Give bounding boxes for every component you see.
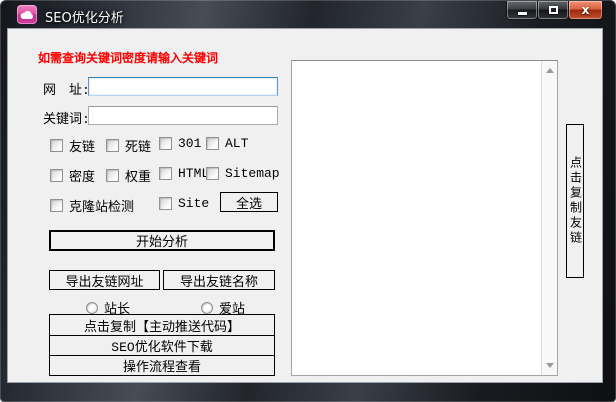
scroll-down-icon[interactable] — [546, 363, 554, 368]
view-operation-process-button[interactable]: 操作流程查看 — [50, 355, 274, 375]
keyword-density-notice: 如需查询关键词密度请输入关键词 — [38, 49, 218, 66]
checkbox-box[interactable] — [106, 139, 119, 152]
checkbox-html[interactable]: HTML — [159, 166, 209, 181]
titlebar[interactable]: SEO优化分析 x — [0, 0, 616, 28]
checkbox-label: Sitemap — [225, 166, 280, 181]
maximize-button[interactable] — [537, 1, 569, 20]
stacked-buttons: 点击复制【主动推送代码】 SEO优化软件下载 操作流程查看 — [49, 314, 275, 376]
checkbox-weight[interactable]: 权重 — [106, 166, 151, 185]
select-all-button[interactable]: 全选 — [220, 192, 278, 212]
keyword-label: 关键词: — [43, 108, 90, 127]
close-button[interactable]: x — [568, 1, 603, 20]
results-scrollbar[interactable] — [541, 61, 557, 375]
checkbox-label: 权重 — [125, 166, 151, 185]
checkbox-box[interactable] — [206, 137, 219, 150]
checkbox-box[interactable] — [50, 139, 63, 152]
keyword-input[interactable] — [88, 106, 278, 125]
checkbox-label: 301 — [178, 136, 201, 151]
app-cloud-icon — [17, 5, 37, 24]
export-friend-link-names-button[interactable]: 导出友链名称 — [163, 270, 275, 290]
checkbox-sitemap[interactable]: Sitemap — [206, 166, 280, 181]
copy-push-code-button[interactable]: 点击复制【主动推送代码】 — [50, 315, 274, 335]
checkbox-label: 克隆站检测 — [69, 196, 134, 215]
results-text — [294, 63, 539, 373]
minimize-icon — [518, 12, 527, 15]
checkbox-friend-links[interactable]: 友链 — [50, 136, 95, 155]
checkbox-301[interactable]: 301 — [159, 136, 201, 151]
client-area: 如需查询关键词密度请输入关键词 网 址: 关键词: 友链 死链 301 ALT … — [7, 28, 603, 383]
checkbox-site[interactable]: Site — [159, 196, 209, 211]
radio-circle[interactable] — [86, 302, 98, 314]
checkbox-label: HTML — [178, 166, 209, 181]
seo-software-download-button[interactable]: SEO优化软件下载 — [50, 335, 274, 355]
checkbox-dead-links[interactable]: 死链 — [106, 136, 151, 155]
checkbox-box[interactable] — [106, 169, 119, 182]
checkbox-label: Site — [178, 196, 209, 211]
scroll-up-icon[interactable] — [546, 68, 554, 73]
start-analysis-button[interactable]: 开始分析 — [49, 230, 275, 251]
checkbox-clone-site-detect[interactable]: 克隆站检测 — [50, 196, 134, 215]
url-label: 网 址: — [43, 79, 90, 98]
checkbox-label: 密度 — [69, 166, 95, 185]
maximize-icon — [549, 6, 558, 14]
radio-circle[interactable] — [201, 302, 213, 314]
caption-buttons: x — [507, 1, 603, 20]
checkbox-box[interactable] — [206, 167, 219, 180]
checkbox-label: 死链 — [125, 136, 151, 155]
checkbox-label: ALT — [225, 136, 248, 151]
results-textarea[interactable] — [291, 60, 558, 376]
checkbox-density[interactable]: 密度 — [50, 166, 95, 185]
export-friend-link-urls-button[interactable]: 导出友链网址 — [49, 270, 160, 290]
url-input[interactable] — [88, 77, 278, 96]
checkbox-box[interactable] — [50, 199, 63, 212]
checkbox-label: 友链 — [69, 136, 95, 155]
checkbox-box[interactable] — [159, 167, 172, 180]
checkbox-box[interactable] — [159, 197, 172, 210]
checkbox-alt[interactable]: ALT — [206, 136, 248, 151]
window-title: SEO优化分析 — [45, 7, 124, 26]
copy-friend-links-button[interactable]: 点击复制友链 — [566, 124, 584, 278]
checkbox-box[interactable] — [159, 137, 172, 150]
app-window: SEO优化分析 x 如需查询关键词密度请输入关键词 网 址: 关键词: 友链 死 — [0, 0, 616, 402]
checkbox-box[interactable] — [50, 169, 63, 182]
close-icon: x — [582, 4, 590, 17]
minimize-button[interactable] — [506, 1, 538, 20]
